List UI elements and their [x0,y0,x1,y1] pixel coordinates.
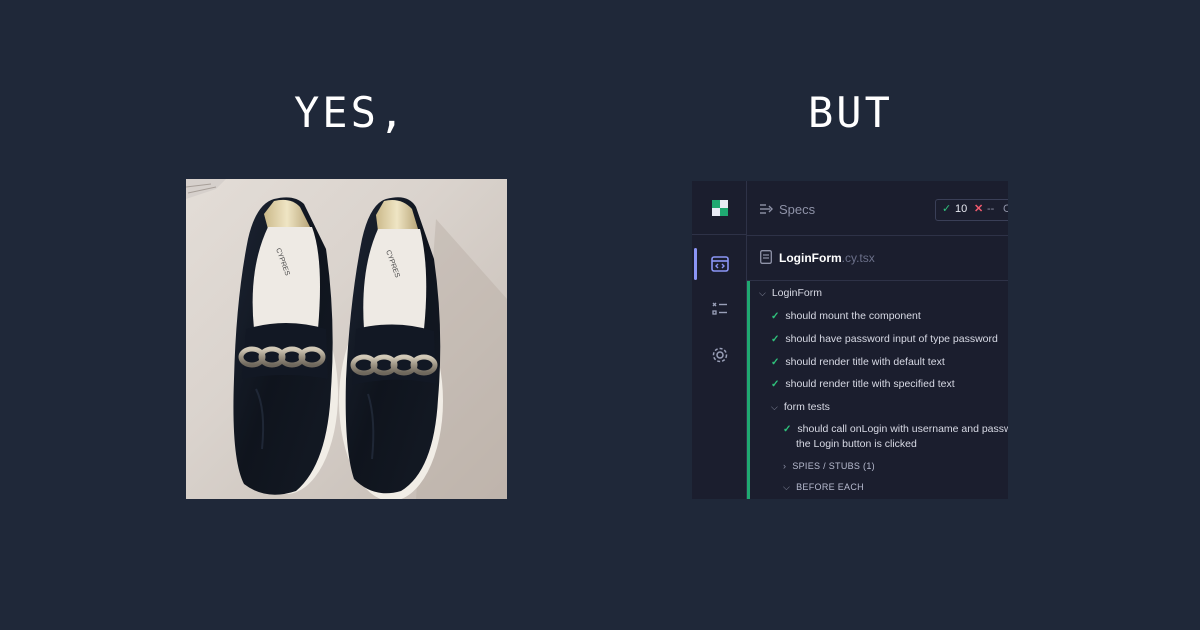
specs-menu-icon[interactable] [760,203,774,215]
check-icon: ✓ [771,379,780,390]
suite-row[interactable]: ⌵ LoginForm [759,287,822,299]
sidebar-divider [692,234,746,235]
test-row[interactable]: ✓ should render title with default text [771,356,945,368]
cypress-runner-screenshot: Specs ✓ 10 ✕ -- C LoginForm.cy.tsx ⌵ Logi… [692,181,1008,499]
cypress-main: Specs ✓ 10 ✕ -- C LoginForm.cy.tsx ⌵ Logi… [747,181,1008,499]
test-row[interactable]: ✓ should render title with specified text [771,378,955,390]
specs-label[interactable]: Specs [779,202,815,217]
check-icon: ✓ [771,311,780,322]
chevron-right-icon: › [783,461,787,471]
left-shoe: CYPRES [233,197,338,495]
test-list-icon[interactable] [710,299,730,319]
file-icon [760,250,772,264]
active-indicator [694,248,697,280]
but-heading: BUT [808,88,893,137]
chevron-down-icon: ⌵ [759,288,766,298]
browser-code-icon[interactable] [710,254,730,274]
right-shoe: CYPRES [339,197,443,499]
test-row[interactable]: ✓ should call onLogin with username and p… [783,422,1008,452]
failed-count: -- [987,203,995,215]
check-icon: ✓ [771,357,780,368]
yes-heading: YES, [294,88,408,137]
nested-suite-row[interactable]: ⌵ form tests [771,401,830,413]
test-tree: ⌵ LoginForm ✓ should mount the component ✓… [747,281,1008,499]
specs-header: Specs ✓ 10 ✕ -- C [747,181,1008,236]
shoes-photo: CYPRES CYPRES [186,179,507,499]
spec-file-header: LoginForm.cy.tsx [747,236,1008,281]
loafers-illustration: CYPRES CYPRES [186,179,507,499]
check-icon: ✓ [771,334,780,345]
passed-count: 10 [955,203,968,215]
check-icon: ✓ [783,424,792,435]
gear-icon[interactable] [710,345,730,365]
before-each-row[interactable]: ⌵ BEFORE EACH [783,482,864,493]
spec-file-name[interactable]: LoginForm.cy.tsx [779,251,875,265]
pass-check-icon: ✓ [942,203,952,215]
pending-count: C [1003,203,1008,215]
chevron-down-icon: ⌵ [783,482,791,492]
spec-file-ext: .cy.tsx [841,251,875,265]
chevron-down-icon: ⌵ [771,402,778,412]
cypress-logo-icon [712,200,728,216]
test-stats: ✓ 10 ✕ -- C [935,199,1008,221]
test-row[interactable]: ✓ should have password input of type pass… [771,333,998,345]
spies-stubs-row[interactable]: › SPIES / STUBS (1) [783,461,875,471]
cypress-sidebar [692,181,747,499]
pass-status-bar [747,281,750,499]
test-row[interactable]: ✓ should mount the component [771,310,921,322]
fail-x-icon: ✕ [974,203,984,215]
